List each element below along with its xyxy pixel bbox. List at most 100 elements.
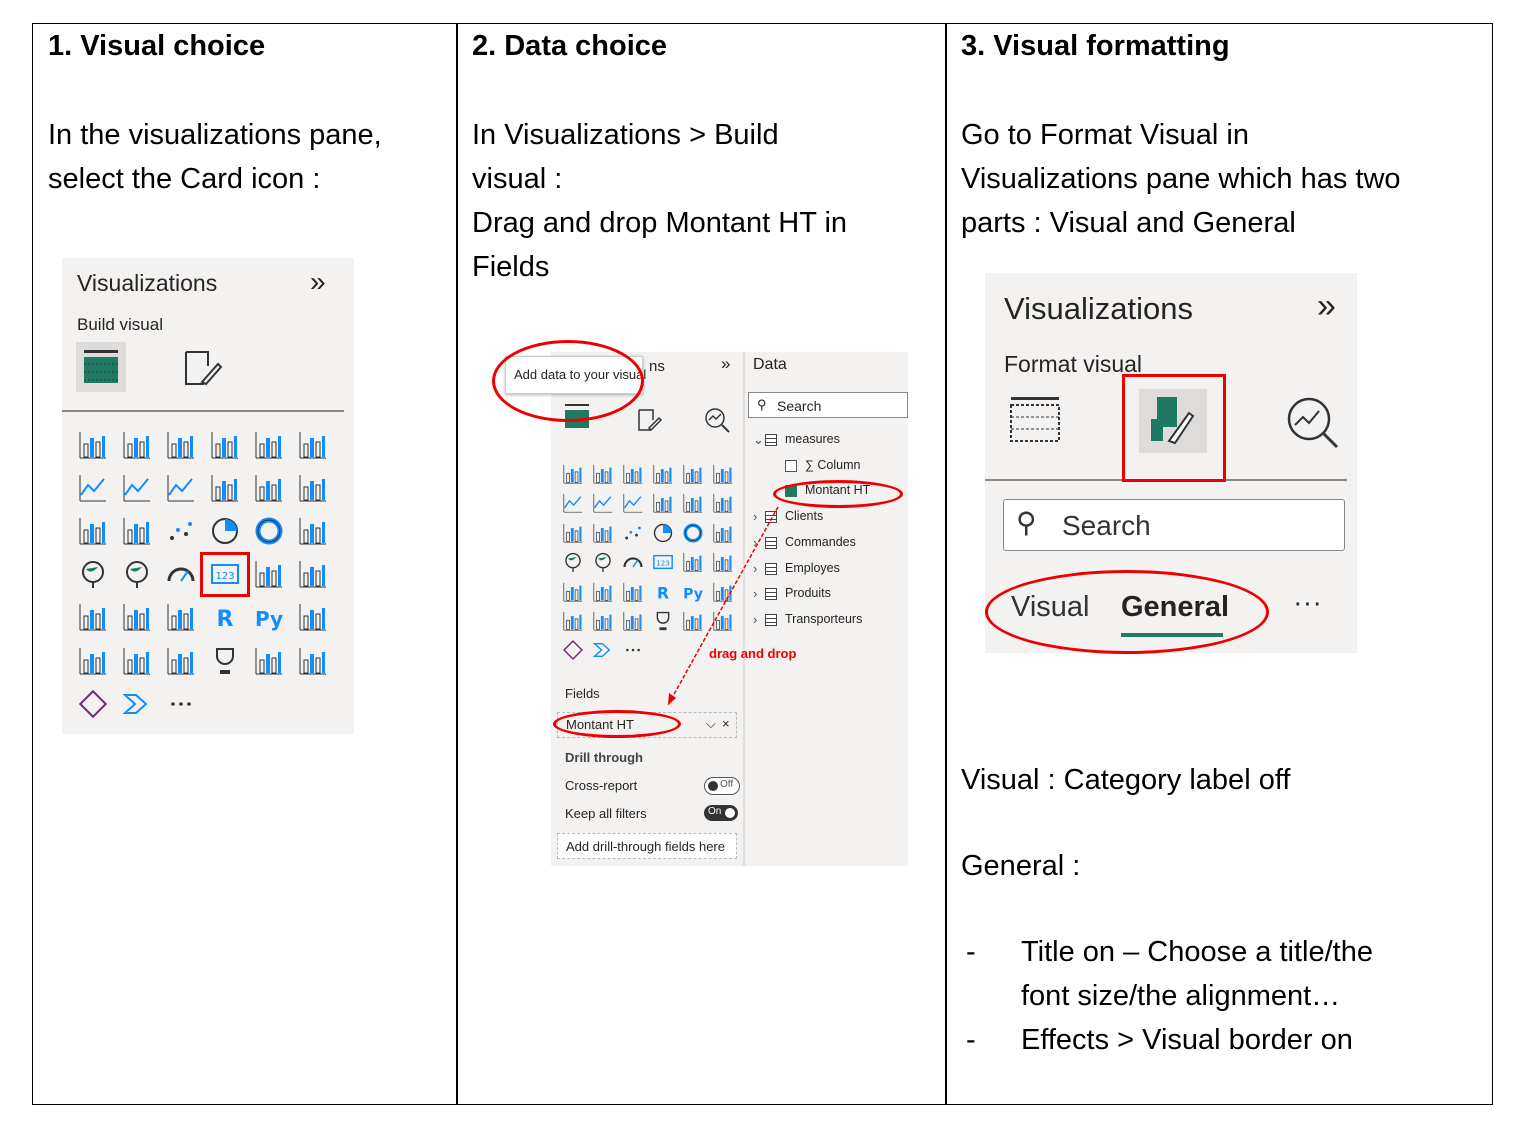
funnel-icon[interactable] xyxy=(591,521,615,545)
scatter-icon[interactable] xyxy=(164,514,198,548)
more-visuals-icon[interactable] xyxy=(621,638,645,662)
narrative-icon[interactable] xyxy=(621,609,645,633)
more-options-icon[interactable]: ··· xyxy=(1293,587,1322,620)
kpi-icon[interactable] xyxy=(296,557,330,591)
drill-through-title: Drill through xyxy=(565,750,643,765)
clustered-column-icon[interactable] xyxy=(208,428,242,462)
ribbon-chart-icon[interactable] xyxy=(296,471,330,505)
pie-chart-icon[interactable] xyxy=(208,514,242,548)
100-column-icon[interactable] xyxy=(296,428,330,462)
power-automate-icon[interactable] xyxy=(120,687,154,721)
funnel-icon[interactable] xyxy=(120,514,154,548)
analytics-icon[interactable] xyxy=(1285,395,1341,451)
toggle-knob xyxy=(725,808,735,818)
tree-item-label: Clients xyxy=(785,509,824,524)
area-chart-icon[interactable] xyxy=(120,471,154,505)
slicer-icon[interactable] xyxy=(76,600,110,634)
stacked-bar-icon[interactable] xyxy=(561,462,585,486)
line-column-icon[interactable] xyxy=(208,471,242,505)
format-search-input[interactable]: ⚲ Search xyxy=(1003,499,1345,551)
table-icon[interactable] xyxy=(120,600,154,634)
donut-chart-icon[interactable] xyxy=(252,514,286,548)
format-brush-icon[interactable] xyxy=(635,406,663,434)
stacked-bar-icon[interactable] xyxy=(76,428,110,462)
tree-item-label: ∑ Column xyxy=(805,457,861,472)
treemap-icon[interactable] xyxy=(296,514,330,548)
chevron-right-icon[interactable]: ⌄ xyxy=(753,432,764,448)
divider xyxy=(62,410,344,412)
build-visual-tab[interactable] xyxy=(76,342,126,392)
multi-row-card-icon[interactable] xyxy=(252,557,286,591)
analytics-icon[interactable] xyxy=(703,406,731,434)
fields-icon[interactable] xyxy=(1009,395,1063,445)
python-visual-icon[interactable]: Py xyxy=(252,600,286,634)
power-apps-icon[interactable] xyxy=(76,687,110,721)
goals-icon[interactable] xyxy=(208,644,242,678)
map-icon[interactable] xyxy=(561,550,585,574)
100-bar-icon[interactable] xyxy=(681,462,705,486)
slicer-icon[interactable] xyxy=(561,580,585,604)
filled-map-icon[interactable] xyxy=(120,557,154,591)
gauge-icon[interactable] xyxy=(621,550,645,574)
area-chart-icon[interactable] xyxy=(591,491,615,515)
stacked-column-icon[interactable] xyxy=(120,428,154,462)
power-apps-icon[interactable] xyxy=(561,638,585,662)
more-visuals-icon[interactable] xyxy=(164,687,198,721)
clustered-column-icon[interactable] xyxy=(651,462,675,486)
data-title: Data xyxy=(753,356,787,373)
key-influencers-icon[interactable] xyxy=(296,600,330,634)
collapse-chevrons-icon[interactable]: » xyxy=(310,266,326,298)
pane-title: Visualizations xyxy=(77,270,218,296)
stacked-column-icon[interactable] xyxy=(591,462,615,486)
keep-filters-toggle[interactable]: On xyxy=(704,805,738,821)
visualizations-pane: Visualizations » Build visual 123 R Py xyxy=(62,258,354,734)
r-visual-icon[interactable]: R xyxy=(208,600,242,634)
collapse-chevrons-icon[interactable]: » xyxy=(721,354,730,374)
clustered-bar-icon[interactable] xyxy=(164,428,198,462)
stacked-area-icon[interactable] xyxy=(621,491,645,515)
tree-item-label: Produits xyxy=(785,586,831,601)
decomposition-tree-icon[interactable] xyxy=(76,644,110,678)
data-search-input[interactable]: ⚲ Search xyxy=(748,392,908,418)
waterfall-icon[interactable] xyxy=(76,514,110,548)
matrix-icon[interactable] xyxy=(621,580,645,604)
format-icon-highlight xyxy=(1122,374,1226,482)
stacked-area-icon[interactable] xyxy=(164,471,198,505)
cross-report-toggle[interactable]: Off xyxy=(704,777,740,795)
narrative-icon[interactable] xyxy=(164,644,198,678)
format-brush-icon[interactable] xyxy=(180,346,224,390)
column-heading: 1. Visual choice xyxy=(48,30,266,62)
close-icon[interactable]: × xyxy=(722,716,730,731)
collapse-chevrons-icon[interactable]: » xyxy=(1317,287,1336,326)
qa-icon[interactable] xyxy=(120,644,154,678)
paginated-report-icon[interactable] xyxy=(252,644,286,678)
azure-map-icon[interactable] xyxy=(296,644,330,678)
toggle-state: On xyxy=(708,806,722,817)
tree-item[interactable]: ∑ Column xyxy=(751,458,901,478)
line-chart-icon[interactable] xyxy=(76,471,110,505)
matrix-icon[interactable] xyxy=(164,600,198,634)
100-bar-icon[interactable] xyxy=(252,428,286,462)
map-icon[interactable] xyxy=(76,557,110,591)
line-clustered-icon[interactable] xyxy=(252,471,286,505)
checkbox-icon[interactable] xyxy=(785,459,797,472)
table-icon[interactable] xyxy=(591,580,615,604)
filled-map-icon[interactable] xyxy=(591,550,615,574)
gauge-icon[interactable] xyxy=(164,557,198,591)
clustered-bar-icon[interactable] xyxy=(621,462,645,486)
line-chart-icon[interactable] xyxy=(561,491,585,515)
note-text: Visual : Category label off xyxy=(961,764,1291,796)
drill-through-well[interactable]: Add drill-through fields here xyxy=(557,833,737,859)
power-automate-icon[interactable] xyxy=(591,638,615,662)
svg-text:Py: Py xyxy=(255,607,283,631)
column-divider xyxy=(945,23,947,1105)
qa-icon[interactable] xyxy=(591,609,615,633)
100-column-icon[interactable] xyxy=(711,462,735,486)
chevron-down-icon[interactable]: ⌵ xyxy=(706,716,716,732)
tree-item[interactable]: ⌄ measures xyxy=(751,432,901,452)
bullet-dash: - xyxy=(966,936,976,968)
instruction-text: Fields xyxy=(472,251,550,283)
decomposition-tree-icon[interactable] xyxy=(561,609,585,633)
waterfall-icon[interactable] xyxy=(561,521,585,545)
scatter-icon[interactable] xyxy=(621,521,645,545)
